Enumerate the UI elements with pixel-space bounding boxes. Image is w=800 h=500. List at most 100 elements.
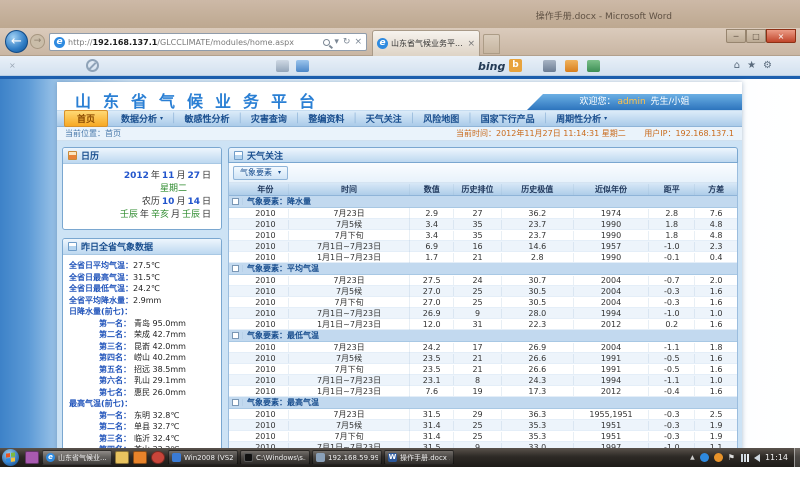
element-dropdown-button[interactable]: 气象要素 ▾ bbox=[233, 166, 288, 180]
start-button[interactable] bbox=[2, 449, 19, 466]
url-host: 192.168.137.1 bbox=[93, 38, 158, 47]
taskbar-pinned-app-round-icon[interactable] bbox=[151, 451, 165, 464]
nav-item-3[interactable]: 灾害查询 bbox=[243, 112, 295, 125]
stop-icon[interactable]: × bbox=[354, 37, 362, 47]
search-icon[interactable] bbox=[323, 39, 330, 46]
table-row: 20107月1日~7月23日23.1824.31994-1.11.0 bbox=[229, 375, 737, 386]
group-checkbox[interactable] bbox=[232, 399, 239, 406]
rank-line: 第七名：惠民 26.0mm bbox=[69, 387, 218, 399]
page-body: 日历 2012年11月27日星期二农历10月14日壬辰年辛亥月壬辰日 昨日全省气… bbox=[57, 141, 742, 451]
table-row: 20107月23日31.52936.31955,1951-0.32.5 bbox=[229, 409, 737, 420]
background-word-window[interactable]: 操作手册.docx - Microsoft Word bbox=[0, 0, 800, 28]
weather-panel-title: 昨日全省气象数据 bbox=[81, 240, 153, 253]
main-content: 天气关注 气象要素 ▾ 年份时间数值历史排位历史极值近似年份距平方差气象要素：降… bbox=[228, 147, 738, 451]
ie-icon: e bbox=[54, 37, 65, 48]
chevron-down-icon: ▾ bbox=[160, 115, 163, 122]
nav-item-1[interactable]: 数据分析▾ bbox=[113, 112, 171, 125]
browser-tab[interactable]: e 山东省气候业务平... × bbox=[372, 30, 480, 56]
stat-line: 全省日平均气温：27.5℃ bbox=[69, 260, 218, 272]
close-button[interactable]: × bbox=[766, 29, 796, 43]
taskbar-window-button-5[interactable]: Win2008 (VS2... bbox=[168, 450, 238, 465]
taskbar-pinned-app-orange-icon[interactable] bbox=[133, 451, 147, 464]
nav-item-7[interactable]: 国家下行产品 bbox=[473, 112, 543, 125]
nav-item-6[interactable]: 风险地图 bbox=[415, 112, 467, 125]
page-card: 山东省气候业务平台 欢迎您：admin 先生/小姐 首页数据分析▾│敏感性分析│… bbox=[57, 82, 742, 451]
bing-logo[interactable]: bing bbox=[478, 60, 505, 73]
group-checkbox[interactable] bbox=[232, 332, 239, 339]
taskbar-window-button-8[interactable]: W操作手册.docx ... bbox=[384, 450, 454, 465]
people-icon[interactable] bbox=[587, 60, 600, 72]
tab-close-icon[interactable]: × bbox=[467, 39, 475, 49]
group-row: 气象要素：平均气温 bbox=[229, 263, 737, 275]
taskbar-explorer-folder-icon[interactable] bbox=[115, 451, 129, 464]
table-row: 20107月23日24.21726.92004-1.11.8 bbox=[229, 342, 737, 353]
forward-button[interactable]: → bbox=[30, 34, 45, 49]
calendar-title: 日历 bbox=[81, 149, 99, 162]
column-header: 方差 bbox=[695, 184, 737, 195]
tools-gear-icon[interactable]: ⚙ bbox=[763, 60, 772, 71]
table-row: 20107月5候3.43523.719901.84.8 bbox=[229, 219, 737, 230]
maximize-button[interactable]: □ bbox=[746, 29, 766, 43]
show-desktop-button[interactable] bbox=[794, 448, 800, 467]
speaker-icon[interactable] bbox=[754, 454, 760, 462]
current-time: 当前时间：2012年11月27日 11:14:31 星期二 bbox=[456, 129, 626, 138]
taskbar-pinned-app-icon[interactable] bbox=[25, 451, 39, 464]
table-row: 20107月下旬27.02530.52004-0.31.6 bbox=[229, 297, 737, 308]
home-icon[interactable]: ⌂ bbox=[734, 60, 740, 71]
action-center-flag-icon[interactable]: ⚑ bbox=[728, 453, 735, 462]
background-window-title: 操作手册.docx - Microsoft Word bbox=[536, 9, 672, 22]
browser-action-icons: ⌂ ★ ⚙ bbox=[734, 60, 772, 71]
printer-icon[interactable] bbox=[276, 60, 289, 72]
table-row: 20101月1日~7月23日1.7212.81990-0.10.4 bbox=[229, 252, 737, 263]
nav-item-0[interactable]: 首页 bbox=[64, 110, 108, 127]
group-checkbox[interactable] bbox=[232, 265, 239, 272]
refresh-icon[interactable]: ↻ bbox=[343, 37, 351, 47]
stat-line: 全省平均降水量：2.9mm bbox=[69, 295, 218, 307]
calendar-line-0: 2012年11月27日 bbox=[67, 170, 211, 183]
rank-line: 第六名：乳山 29.1mm bbox=[69, 375, 218, 387]
calendar-line-2: 农历10月14日 bbox=[67, 196, 211, 209]
rank-line: 第一名：东明 32.8℃ bbox=[69, 410, 218, 422]
hidden-icons-caret[interactable]: ▲ bbox=[690, 454, 695, 461]
url-text: http://192.168.137.1/GLCCLIMATE/modules/… bbox=[68, 38, 319, 47]
nav-item-8[interactable]: 周期性分析▾ bbox=[548, 112, 615, 125]
nav-item-2[interactable]: 敏感性分析 bbox=[176, 112, 237, 125]
blocked-popup-icon[interactable] bbox=[86, 59, 99, 72]
close-pane-icon[interactable]: × bbox=[9, 61, 16, 70]
group-checkbox[interactable] bbox=[232, 198, 239, 205]
column-header: 距平 bbox=[649, 184, 695, 195]
weather-watch-header: 天气关注 bbox=[228, 147, 738, 163]
url-prefix: http:// bbox=[68, 38, 93, 47]
chevron-down-icon[interactable]: ▾ bbox=[334, 37, 339, 47]
rank-line: 第一名：青岛 95.0mm bbox=[69, 318, 218, 330]
taskbar-clock[interactable]: 11:14 bbox=[765, 453, 788, 462]
new-tab-button[interactable] bbox=[483, 34, 500, 54]
group-row: 气象要素：最高气温 bbox=[229, 397, 737, 409]
taskbar-window-button-1[interactable]: e山东省气候业... bbox=[42, 450, 112, 465]
taskbar-window-button-7[interactable]: 192.168.59.99... bbox=[312, 450, 382, 465]
stat-line: 全省日最高气温：31.5℃ bbox=[69, 272, 218, 284]
element-button-label: 气象要素 bbox=[240, 167, 272, 178]
back-button[interactable]: ← bbox=[5, 30, 28, 53]
favorites-star-icon[interactable]: ★ bbox=[747, 60, 756, 71]
wallet-icon[interactable] bbox=[543, 60, 556, 72]
column-header: 数值 bbox=[410, 184, 454, 195]
mail-icon[interactable] bbox=[296, 60, 309, 72]
group-row: 气象要素：最低气温 bbox=[229, 330, 737, 342]
minimize-button[interactable]: ─ bbox=[726, 29, 746, 43]
network-icon[interactable] bbox=[740, 454, 749, 462]
table-row: 20107月下旬31.42535.31951-0.31.9 bbox=[229, 431, 737, 442]
username: admin bbox=[617, 97, 645, 107]
messenger-icon[interactable] bbox=[700, 453, 709, 462]
security-icon[interactable] bbox=[714, 453, 723, 462]
status-row: 当前位置：首页 当前时间：2012年11月27日 11:14:31 星期二 用户… bbox=[57, 127, 742, 141]
nav-item-5[interactable]: 天气关注 bbox=[358, 112, 410, 125]
address-bar[interactable]: e http://192.168.137.1/GLCCLIMATE/module… bbox=[49, 33, 367, 51]
page-title: 山东省气候业务平台 bbox=[75, 88, 327, 112]
column-header: 近似年份 bbox=[574, 184, 650, 195]
taskbar-window-button-6[interactable]: C:\Windows\s... bbox=[240, 450, 310, 465]
nav-item-4[interactable]: 整编资料 bbox=[300, 112, 352, 125]
paw-icon[interactable] bbox=[565, 60, 578, 72]
bing-b-icon[interactable]: b bbox=[509, 59, 522, 72]
system-tray: ▲ ⚑ 11:14 bbox=[690, 453, 798, 462]
